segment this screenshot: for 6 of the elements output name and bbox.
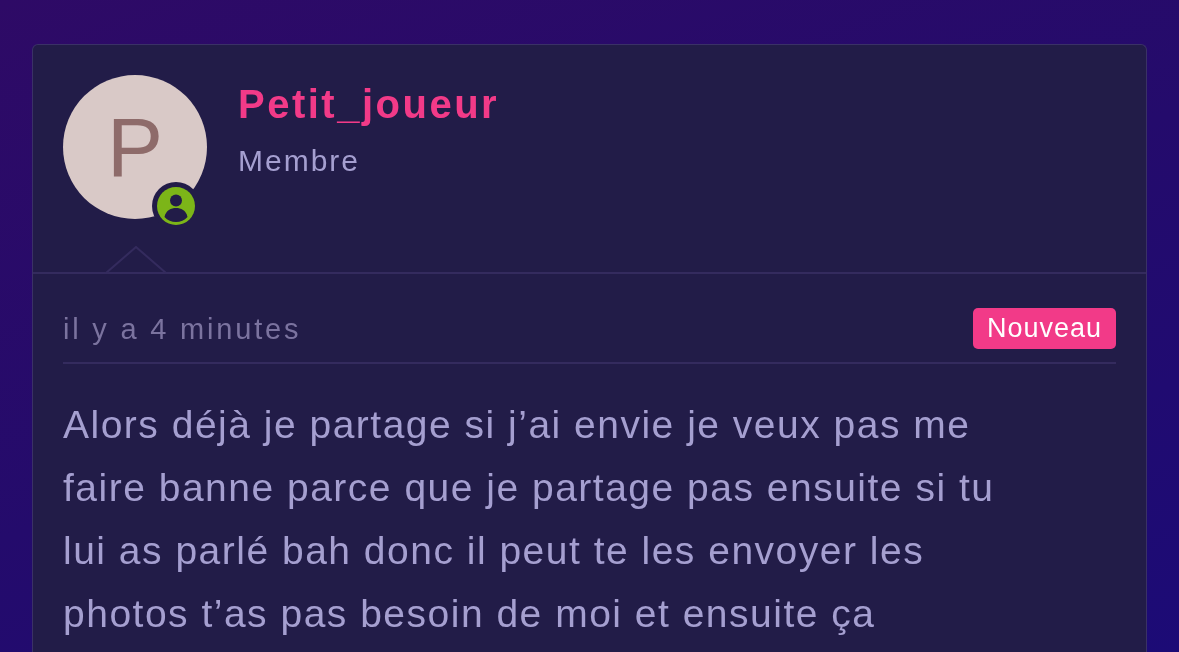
user-role: Membre: [238, 143, 361, 179]
post-body: Alors déjà je partage si j’ai envie je veux pas me faire banne parce que je partage pas ensuite si tu lui as parlé bah donc il peut te les envoyer les photos t’as pas besoin de moi et ensuite ça: [63, 402, 996, 637]
post-timestamp: il y a 4 minutes: [63, 311, 302, 347]
new-badge: Nouveau: [972, 308, 1116, 349]
username[interactable]: Petit_joueur: [238, 81, 500, 127]
avatar: P: [63, 75, 207, 219]
